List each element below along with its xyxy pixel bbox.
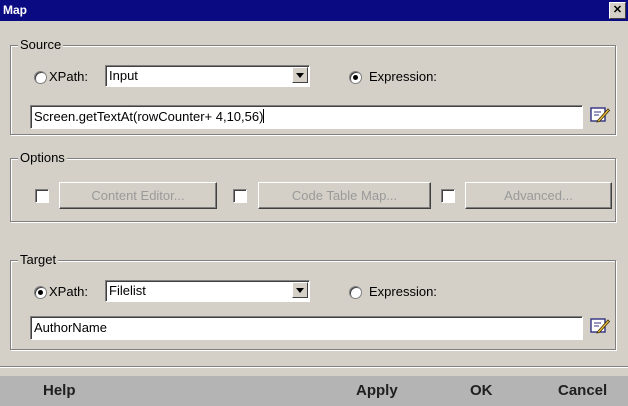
- options-legend: Options: [18, 150, 67, 165]
- target-xpath-value: Filelist: [109, 283, 146, 298]
- apply-button[interactable]: Apply: [356, 382, 398, 399]
- advanced-checkbox[interactable]: [441, 189, 455, 203]
- content-editor-checkbox[interactable]: [35, 189, 49, 203]
- target-xpath-radio[interactable]: [34, 286, 47, 299]
- source-legend: Source: [18, 37, 64, 52]
- radio-selected-dot: [353, 75, 358, 80]
- source-xpath-label: XPath:: [49, 69, 89, 84]
- target-xpath-select[interactable]: Filelist: [105, 280, 310, 302]
- edit-pencil-icon[interactable]: [590, 106, 610, 124]
- target-expression-input[interactable]: AuthorName: [30, 316, 583, 340]
- close-icon[interactable]: ✕: [609, 2, 626, 19]
- target-expression-label: Expression:: [369, 284, 437, 299]
- chevron-down-icon[interactable]: [292, 67, 308, 83]
- window-title: Map: [3, 3, 27, 17]
- code-table-map-checkbox[interactable]: [233, 189, 247, 203]
- source-expression-label: Expression:: [369, 69, 437, 84]
- title-bar: Map ✕: [0, 0, 628, 21]
- content-editor-button[interactable]: Content Editor...: [59, 182, 217, 209]
- text-caret: [263, 109, 265, 123]
- chevron-down-icon[interactable]: [292, 282, 308, 298]
- target-expression-radio[interactable]: [349, 286, 362, 299]
- code-table-map-button[interactable]: Code Table Map...: [258, 182, 431, 209]
- target-xpath-label: XPath:: [49, 284, 89, 299]
- separator-highlight: [0, 367, 628, 368]
- cancel-button[interactable]: Cancel: [558, 382, 607, 399]
- target-legend: Target: [18, 252, 59, 267]
- radio-selected-dot: [38, 290, 43, 295]
- target-expression-value: AuthorName: [34, 320, 107, 335]
- source-expression-radio[interactable]: [349, 71, 362, 84]
- footer-bar: Help Apply OK Cancel: [0, 376, 628, 406]
- source-xpath-value: Input: [109, 68, 138, 83]
- source-expression-input[interactable]: Screen.getTextAt(rowCounter+ 4,10,56): [30, 105, 583, 129]
- source-xpath-radio[interactable]: [34, 71, 47, 84]
- help-button[interactable]: Help: [43, 382, 76, 399]
- ok-button[interactable]: OK: [470, 382, 493, 399]
- source-expression-value: Screen.getTextAt(rowCounter+ 4,10,56): [34, 109, 264, 124]
- advanced-button[interactable]: Advanced...: [465, 182, 612, 209]
- edit-pencil-icon[interactable]: [590, 317, 610, 335]
- source-xpath-select[interactable]: Input: [105, 65, 310, 87]
